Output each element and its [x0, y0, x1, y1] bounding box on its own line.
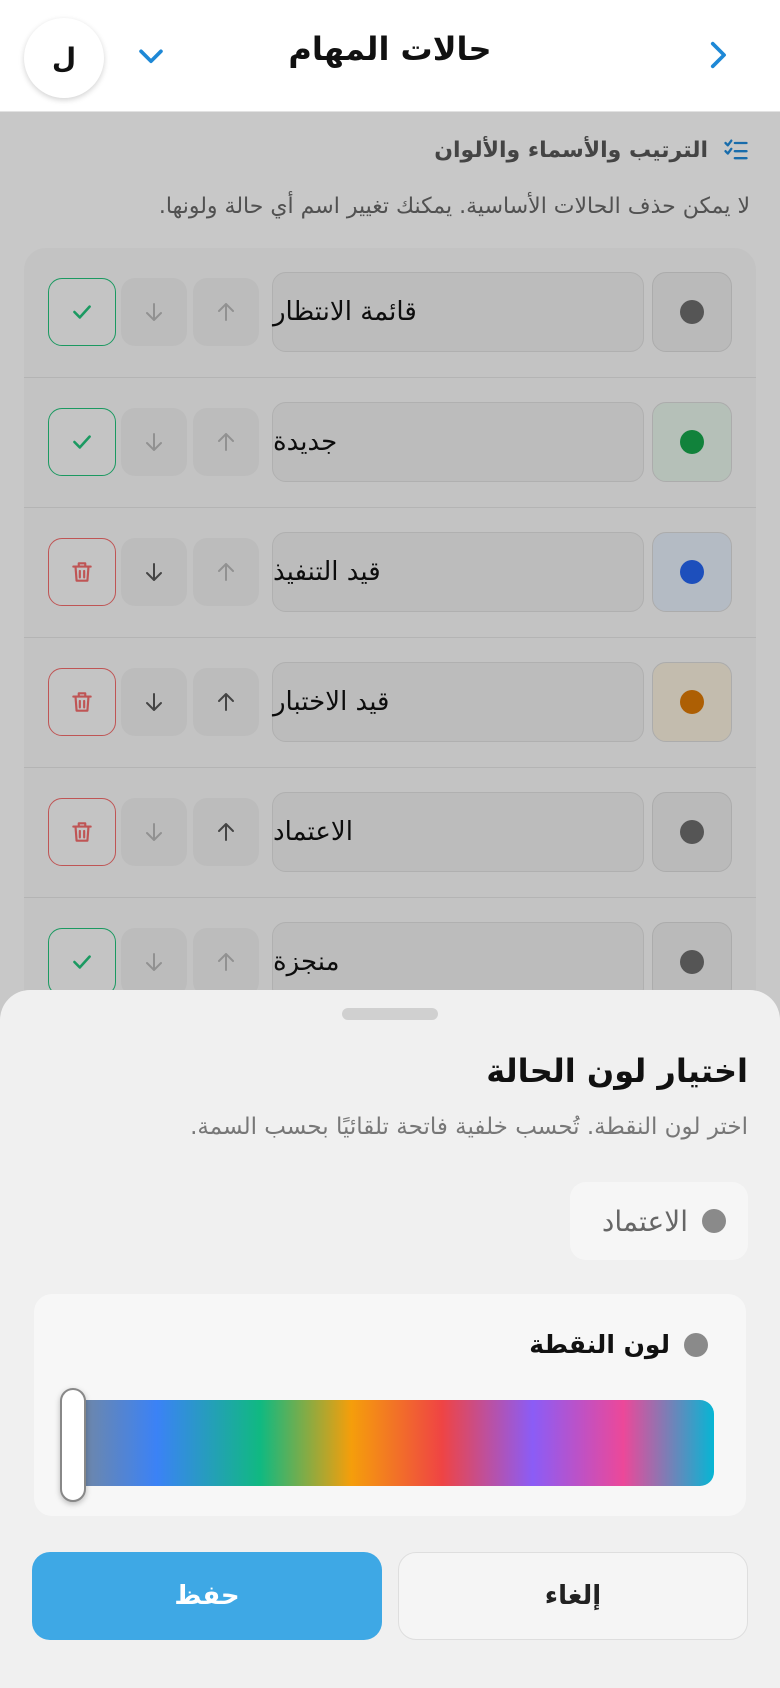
- color-spectrum-slider[interactable]: [66, 1400, 714, 1486]
- color-picker-sheet: اختيار لون الحالة اختر لون النقطة. تُحسب…: [0, 990, 780, 1688]
- chevron-right-icon[interactable]: [700, 38, 734, 72]
- color-picker-card: لون النقطة: [34, 1294, 746, 1516]
- sheet-description: اختر لون النقطة. تُحسب خلفية فاتحة تلقائ…: [190, 1114, 748, 1140]
- preview-status-name: الاعتماد: [601, 1204, 688, 1238]
- slider-thumb[interactable]: [60, 1388, 86, 1502]
- sheet-title: اختيار لون الحالة: [486, 1052, 748, 1090]
- sheet-grabber[interactable]: [342, 1008, 438, 1020]
- status-preview-chip: الاعتماد: [570, 1182, 748, 1260]
- save-button[interactable]: حفظ: [32, 1552, 382, 1640]
- app-header: ل حالات المهام: [0, 0, 780, 112]
- cancel-button[interactable]: إلغاء: [398, 1552, 748, 1640]
- selected-color-dot: [684, 1332, 708, 1357]
- dot-color-label: لون النقطة: [529, 1330, 670, 1359]
- preview-color-dot: [702, 1209, 726, 1233]
- dot-color-label-row: لون النقطة: [529, 1330, 708, 1359]
- page-title: حالات المهام: [288, 30, 492, 68]
